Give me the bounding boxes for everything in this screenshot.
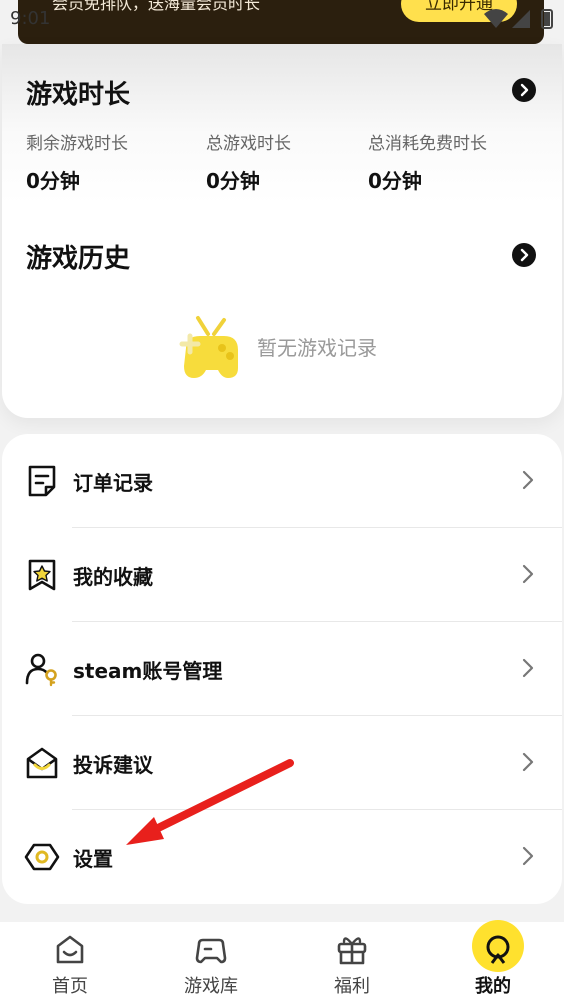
- stat-value-total: 0分钟: [206, 169, 260, 193]
- wifi-icon: [484, 9, 508, 28]
- stat-label-remaining: 剩余游戏时长: [26, 134, 128, 154]
- profile-icon: [472, 920, 524, 972]
- bookmark-star-icon: [28, 559, 56, 591]
- empty-gamepad-icon: [179, 316, 238, 378]
- chevron-right-icon: [522, 752, 534, 772]
- bottom-tab-bar: 首页 游戏库 福利 我的: [0, 920, 564, 1004]
- settings-hexagon-icon: [24, 843, 60, 871]
- empty-history-text: 暂无游戏记录: [257, 336, 377, 360]
- stat-label-free-consumed: 总消耗免费时长: [368, 134, 487, 154]
- home-face-icon: [56, 935, 84, 964]
- menu-item-favorites[interactable]: 我的收藏: [2, 528, 562, 622]
- chevron-right-icon: [522, 846, 534, 866]
- user-key-icon: [25, 653, 57, 687]
- tab-home[interactable]: 首页: [30, 922, 110, 1004]
- gift-icon: [337, 937, 367, 965]
- tab-label: 福利: [334, 976, 370, 997]
- play-time-title: 游戏时长: [26, 80, 131, 110]
- menu-item-label: 我的收藏: [73, 565, 153, 589]
- chevron-right-icon: [520, 83, 529, 97]
- game-history-more-button[interactable]: [512, 243, 536, 267]
- chevron-right-icon: [520, 248, 529, 262]
- tab-label: 我的: [475, 976, 511, 997]
- stat-label-total: 总游戏时长: [206, 134, 291, 154]
- gamepad-icon: [195, 938, 227, 964]
- menu-item-orders[interactable]: 订单记录: [2, 434, 562, 528]
- tab-mine[interactable]: 我的: [453, 920, 533, 1004]
- stats-card: 游戏时长 剩余游戏时长 总游戏时长 总消耗免费时长 0分钟 0分钟 0分钟 游戏…: [2, 44, 562, 418]
- tab-game-library[interactable]: 游戏库: [171, 922, 251, 1004]
- stat-value-free-consumed: 0分钟: [368, 169, 422, 193]
- menu-item-label: 订单记录: [73, 471, 153, 495]
- order-icon: [28, 465, 56, 497]
- status-icons: [484, 9, 553, 29]
- stat-value-remaining: 0分钟: [26, 169, 80, 193]
- menu-item-label: steam账号管理: [73, 659, 223, 683]
- tab-label: 首页: [52, 976, 88, 997]
- game-history-title: 游戏历史: [26, 244, 131, 274]
- mail-open-icon: [26, 747, 58, 779]
- signal-icon: [512, 10, 530, 28]
- chevron-right-icon: [522, 658, 534, 678]
- tab-label: 游戏库: [184, 976, 238, 997]
- menu-item-steam-accounts[interactable]: steam账号管理: [2, 622, 562, 716]
- promo-banner-text: 会员免排队，送海量会员时长: [52, 0, 261, 13]
- annotation-arrow-icon: [126, 759, 294, 845]
- menu-item-label: 设置: [73, 847, 113, 871]
- chevron-right-icon: [522, 564, 534, 584]
- chevron-right-icon: [522, 470, 534, 490]
- play-time-more-button[interactable]: [512, 78, 536, 102]
- status-time: 9:01: [10, 8, 51, 29]
- promo-banner[interactable]: 会员免排队，送海量会员时长 立即开通: [18, 0, 544, 44]
- tab-welfare[interactable]: 福利: [312, 922, 392, 1004]
